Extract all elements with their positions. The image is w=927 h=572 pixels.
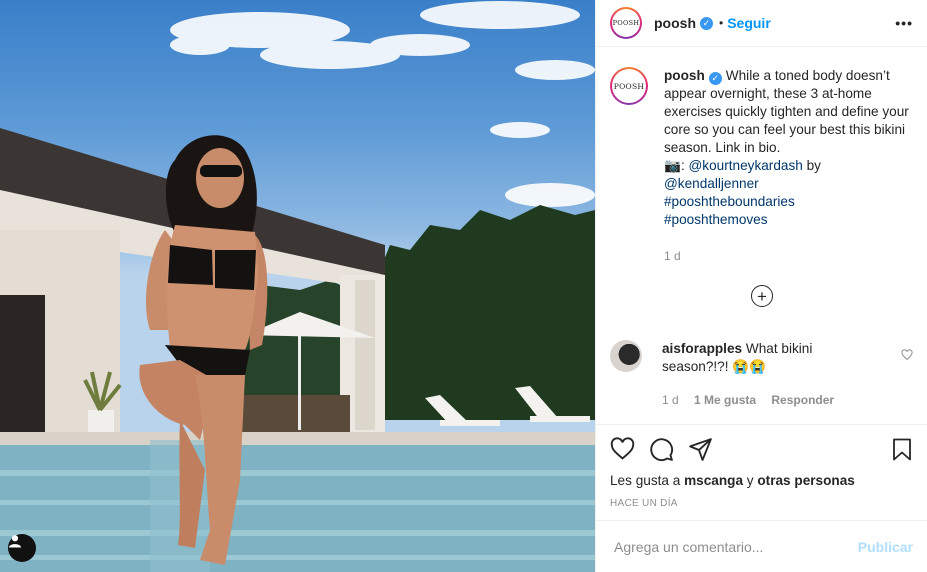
more-icon[interactable]: •••: [895, 15, 913, 31]
likes-joiner: y: [746, 473, 754, 488]
heart-icon[interactable]: [610, 436, 635, 462]
post-header: POOSH poosh ✓ • Seguir •••: [596, 0, 927, 47]
save-icon[interactable]: [891, 437, 913, 462]
comment-input[interactable]: [612, 537, 858, 556]
likes-others[interactable]: otras personas: [757, 473, 854, 488]
reply-button[interactable]: Responder: [771, 393, 834, 407]
comment-emojis: 😭😭: [732, 359, 767, 374]
comment-time[interactable]: 1 d: [662, 393, 679, 407]
by-word: by: [802, 158, 821, 173]
verified-icon: ✓: [708, 72, 722, 85]
comment-body: aisforapples What bikini season?!?! 😭😭: [662, 340, 872, 376]
caption-username[interactable]: poosh: [664, 68, 705, 83]
tag-user-icon[interactable]: [8, 534, 36, 562]
photo-scene: [0, 1, 595, 572]
verified-icon: ✓: [700, 16, 713, 30]
author-avatar[interactable]: POOSH: [610, 7, 642, 39]
add-comment-bar: Publicar: [596, 520, 927, 572]
author-username[interactable]: poosh: [654, 15, 696, 31]
caption-avatar-text: POOSH: [612, 69, 646, 103]
share-icon[interactable]: [688, 437, 713, 462]
commenter-username[interactable]: aisforapples: [662, 341, 742, 356]
comment-icon[interactable]: [649, 437, 674, 462]
heart-icon[interactable]: [901, 340, 913, 376]
post-sidebar: POOSH poosh ✓ • Seguir ••• POOSH poosh ✓ W…: [595, 0, 927, 572]
caption: POOSH poosh ✓ While a toned body doesn’t a…: [610, 67, 913, 265]
caption-time[interactable]: 1 d: [664, 247, 913, 265]
comment-meta: 1 d 1 Me gusta Responder: [662, 393, 846, 407]
comment-likes[interactable]: 1 Me gusta: [694, 393, 756, 407]
avatar-logo-text: POOSH: [612, 9, 640, 37]
load-more-icon[interactable]: +: [751, 285, 773, 307]
caption-body: poosh ✓ While a toned body doesn’t appear …: [664, 67, 913, 265]
post-photo[interactable]: [0, 0, 595, 572]
caption-avatar[interactable]: POOSH: [610, 67, 648, 105]
comments-section: POOSH poosh ✓ While a toned body doesn’t a…: [596, 47, 927, 425]
header-separator: •: [719, 16, 724, 30]
hashtag-link[interactable]: #pooshtheboundaries: [664, 193, 913, 211]
post-actions: Les gusta a mscanga y otras personas HAC…: [596, 424, 927, 509]
credit-by-link[interactable]: @kendalljenner: [664, 175, 913, 193]
likes-user[interactable]: mscanga: [684, 473, 743, 488]
publish-button[interactable]: Publicar: [858, 539, 913, 555]
follow-button[interactable]: Seguir: [727, 15, 771, 31]
comment-row: aisforapples What bikini season?!?! 😭😭: [610, 340, 913, 376]
posted-ago[interactable]: HACE UN DÍA: [610, 498, 913, 509]
commenter-avatar[interactable]: [610, 340, 642, 372]
credit-separator: :: [680, 158, 689, 173]
action-icons: [610, 425, 913, 473]
camera-emoji: 📷: [664, 158, 681, 173]
likes-prefix: Les gusta a: [610, 473, 681, 488]
hashtag-link[interactable]: #pooshthemoves: [664, 211, 913, 229]
credit-user-link[interactable]: @kourtneykardash: [689, 158, 803, 173]
likes-summary: Les gusta a mscanga y otras personas: [610, 473, 913, 488]
